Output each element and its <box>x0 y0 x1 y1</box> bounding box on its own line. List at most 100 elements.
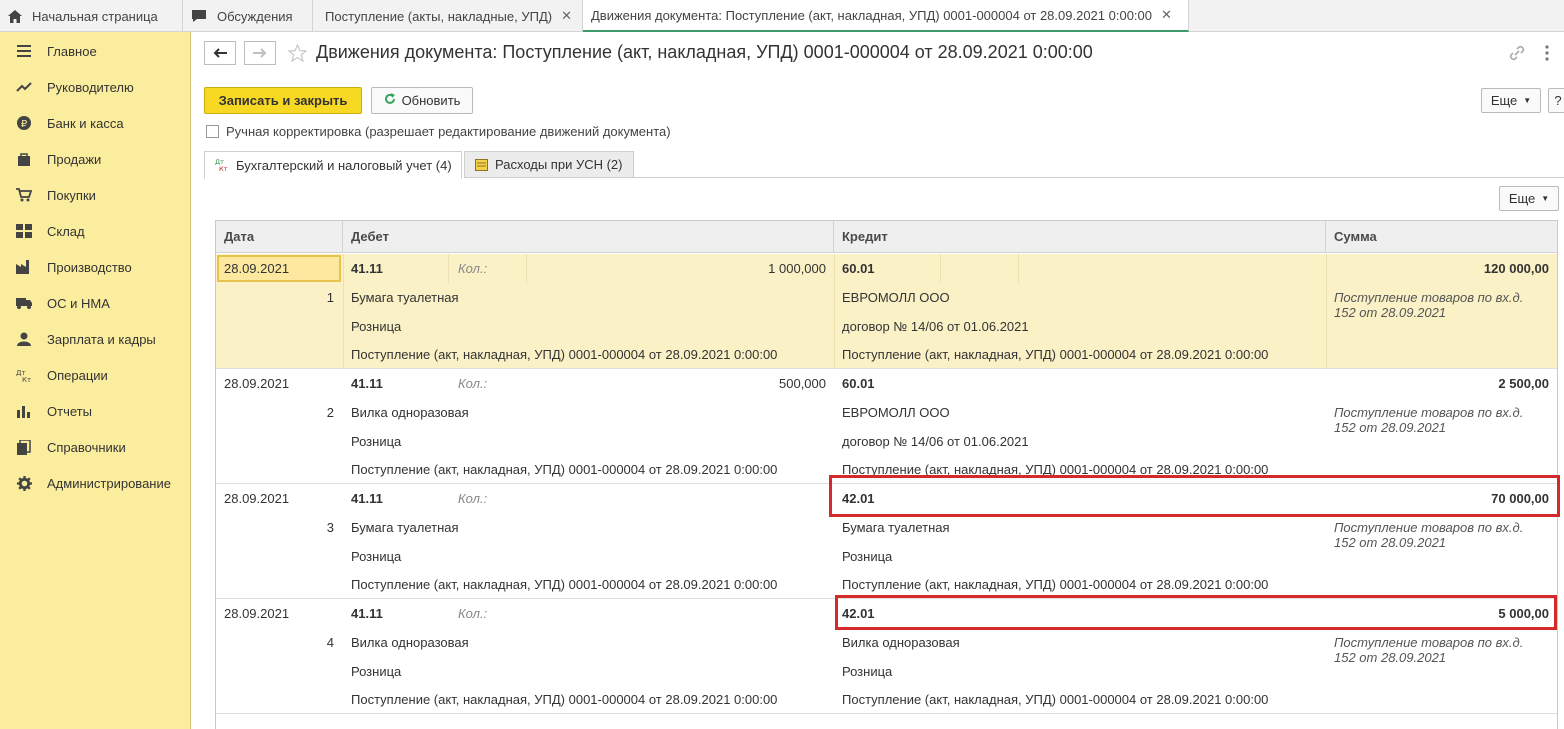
save-and-close-button[interactable]: Записать и закрыть <box>204 87 362 114</box>
sidebar-item-bank[interactable]: ₽ Банк и касса <box>0 105 190 141</box>
debit-subconto-1: Вилка одноразовая <box>351 405 469 420</box>
column-divider <box>343 254 344 369</box>
arrow-left-icon <box>213 48 227 58</box>
sidebar-item-label: Банк и касса <box>47 115 124 131</box>
tab-usn-expenses[interactable]: Расходы при УСН (2) <box>464 151 634 178</box>
tab-accounting[interactable]: Дт Кт Бухгалтерский и налоговый учет (4) <box>204 151 462 179</box>
refresh-label: Обновить <box>401 93 461 108</box>
row-number: 2 <box>326 405 334 420</box>
arrow-right-icon <box>253 48 267 58</box>
gear-icon <box>14 475 34 491</box>
sidebar-item-administration[interactable]: Администрирование <box>0 465 190 501</box>
quantity-label: Кол.: <box>458 376 488 391</box>
sidebar-item-label: Покупки <box>47 187 96 203</box>
quantity-label: Кол.: <box>458 261 488 276</box>
sidebar-item-label: Администрирование <box>47 475 171 491</box>
grid-more-label: Еще <box>1508 191 1536 206</box>
tab-receipts-list[interactable]: Поступление (акты, накладные, УПД) ✕ <box>313 0 583 32</box>
credit-subconto-3: Поступление (акт, накладная, УПД) 0001-0… <box>842 692 1269 707</box>
dtkt-icon: Дт Кт <box>215 158 229 172</box>
refresh-icon <box>384 93 396 108</box>
sidebar-item-operations[interactable]: Дт Кт Операции <box>0 357 190 393</box>
svg-text:Кт: Кт <box>219 165 228 172</box>
debit-subconto-2: Розница <box>351 319 402 334</box>
credit-subconto-2: Розница <box>842 549 893 564</box>
grid-more-button[interactable]: Еще ▼ <box>1499 186 1559 211</box>
sidebar-item-purchases[interactable]: Покупки <box>0 177 190 213</box>
register-icon <box>475 158 488 171</box>
table-row[interactable]: 28.09.2021 2 41.11 Кол.: 500,000 Вилка о… <box>216 369 1557 484</box>
table-row[interactable]: 28.09.2021 1 41.11 Кол.: 1 000,000 Бумаг… <box>216 254 1557 369</box>
link-icon[interactable] <box>1508 44 1526 65</box>
column-divider <box>1018 254 1019 283</box>
sidebar-item-manager[interactable]: Руководителю <box>0 69 190 105</box>
sidebar-item-warehouse[interactable]: Склад <box>0 213 190 249</box>
ruble-icon: ₽ <box>14 115 34 131</box>
credit-subconto-1: ЕВРОМОЛЛ ООО <box>842 290 950 305</box>
chat-icon <box>191 9 207 23</box>
amount: 120 000,00 <box>1483 261 1549 276</box>
credit-subconto-1: ЕВРОМОЛЛ ООО <box>842 405 950 420</box>
column-divider <box>448 254 449 283</box>
svg-text:Кт: Кт <box>22 376 31 382</box>
forward-button[interactable] <box>244 41 276 65</box>
page-title: Движения документа: Поступление (акт, на… <box>316 42 1093 62</box>
sidebar-item-directories[interactable]: Справочники <box>0 429 190 465</box>
row-number: 1 <box>326 290 334 305</box>
refresh-button[interactable]: Обновить <box>371 87 473 114</box>
dropdown-arrow-icon: ▼ <box>1541 194 1550 203</box>
sidebar-item-label: Склад <box>47 223 85 239</box>
sidebar-item-label: Главное <box>47 43 97 59</box>
tab-home[interactable]: Начальная страница <box>0 0 183 32</box>
debit-subconto-3: Поступление (акт, накладная, УПД) 0001-0… <box>351 692 778 707</box>
more-actions-icon[interactable] <box>1544 44 1550 65</box>
credit-account: 60.01 <box>842 376 875 391</box>
sidebar-item-main[interactable]: Главное <box>0 33 190 69</box>
bag-icon <box>14 151 34 167</box>
sidebar-item-production[interactable]: Производство <box>0 249 190 285</box>
window-tabs: Начальная страница Обсуждения Поступлени… <box>0 0 1564 32</box>
column-divider <box>526 254 527 283</box>
quantity-label: Кол.: <box>458 491 488 506</box>
debit-subconto-3: Поступление (акт, накладная, УПД) 0001-0… <box>351 347 778 362</box>
column-header-date[interactable]: Дата <box>216 221 343 253</box>
tab-document-movements-label: Движения документа: Поступление (акт, на… <box>591 7 1153 23</box>
row-date: 28.09.2021 <box>224 606 290 621</box>
credit-subconto-2: договор № 14/06 от 01.06.2021 <box>842 434 1029 449</box>
table-header: Дата Дебет Кредит Сумма <box>216 221 1557 253</box>
row-date: 28.09.2021 <box>224 376 290 391</box>
more-button[interactable]: Еще ▼ <box>1481 88 1541 113</box>
manual-edit-checkbox[interactable] <box>206 125 219 138</box>
sidebar-item-salary[interactable]: Зарплата и кадры <box>0 321 190 357</box>
svg-text:₽: ₽ <box>21 119 28 130</box>
sidebar-item-reports[interactable]: Отчеты <box>0 393 190 429</box>
barchart-icon <box>14 403 34 419</box>
main-area: Движения документа: Поступление (акт, на… <box>192 32 1564 729</box>
close-icon[interactable]: ✕ <box>561 8 572 24</box>
debit-quantity: 1 000,000 <box>768 261 826 276</box>
column-header-debit[interactable]: Дебет <box>343 221 834 253</box>
sidebar-item-label: Отчеты <box>47 403 92 419</box>
debit-subconto-2: Розница <box>351 434 402 449</box>
cart-icon <box>14 187 34 203</box>
tab-document-movements[interactable]: Движения документа: Поступление (акт, на… <box>583 0 1189 32</box>
more-label: Еще <box>1490 93 1518 108</box>
quantity-label: Кол.: <box>458 606 488 621</box>
tab-accounting-label: Бухгалтерский и налоговый учет (4) <box>236 157 452 173</box>
help-button[interactable]: ? <box>1548 88 1564 113</box>
sidebar-item-fixed-assets[interactable]: ОС и НМА <box>0 285 190 321</box>
close-icon[interactable]: ✕ <box>1161 7 1172 23</box>
sidebar-item-sales[interactable]: Продажи <box>0 141 190 177</box>
home-icon <box>8 9 22 23</box>
column-header-amount[interactable]: Сумма <box>1326 221 1557 253</box>
truck-icon <box>14 295 34 311</box>
debit-subconto-1: Бумага туалетная <box>351 290 459 305</box>
sidebar: Главное Руководителю ₽ Банк и касса Прод… <box>0 32 191 729</box>
column-header-credit[interactable]: Кредит <box>834 221 1326 253</box>
tab-discussions[interactable]: Обсуждения <box>183 0 313 32</box>
credit-subconto-1: Вилка одноразовая <box>842 635 960 650</box>
favorite-star-icon[interactable] <box>287 43 308 65</box>
back-button[interactable] <box>204 41 236 65</box>
entry-content: Поступление товаров по вх.д. 152 от 28.0… <box>1334 290 1524 320</box>
column-divider <box>940 254 941 283</box>
